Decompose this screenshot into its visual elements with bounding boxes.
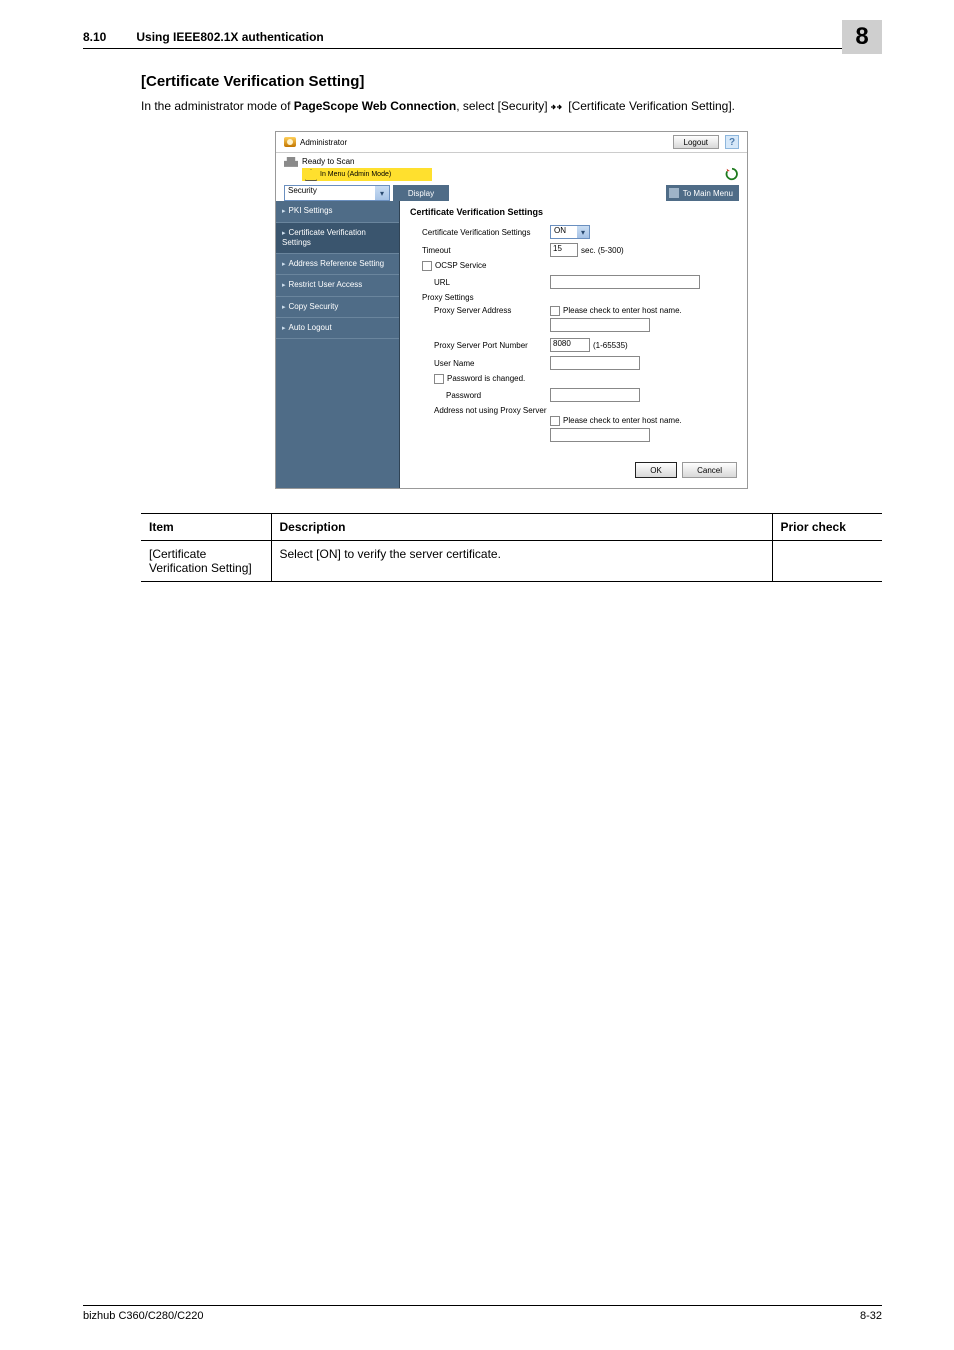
sidebar-item-address-ref[interactable]: Address Reference Setting <box>276 254 399 275</box>
running-header: 8.10 Using IEEE802.1X authentication <box>83 30 882 49</box>
sidebar-item-copy-security[interactable]: Copy Security <box>276 297 399 318</box>
page-heading: [Certificate Verification Setting] <box>141 73 882 90</box>
intro-mid: , select [Security] <box>456 99 551 113</box>
refresh-icon[interactable] <box>725 167 739 181</box>
timeout-label: Timeout <box>410 246 550 255</box>
webconnection-screenshot: Administrator Logout ? Ready to Scan In … <box>275 131 748 489</box>
url-label: URL <box>410 278 550 287</box>
proxy-settings-label: Proxy Settings <box>410 293 550 302</box>
help-icon[interactable]: ? <box>725 135 739 149</box>
chapter-number-badge: 8 <box>842 20 882 54</box>
logout-button[interactable]: Logout <box>673 135 719 149</box>
timeout-input[interactable]: 15 <box>550 243 578 257</box>
cvs-label: Certificate Verification Settings <box>410 228 550 237</box>
td-prior-check <box>772 541 882 582</box>
administrator-icon <box>284 137 296 147</box>
status-warn-bar: In Menu (Admin Mode) <box>302 168 432 181</box>
th-description: Description <box>271 514 772 541</box>
no-proxy-hostname-checkbox[interactable] <box>550 416 560 426</box>
password-label: Password <box>410 391 550 400</box>
section-number: 8.10 <box>83 30 106 44</box>
page-footer: bizhub C360/C280/C220 8-32 <box>83 1305 882 1322</box>
th-item: Item <box>141 514 271 541</box>
mode-select[interactable]: Security <box>284 185 390 201</box>
intro-bold: PageScope Web Connection <box>294 99 456 113</box>
display-button[interactable]: Display <box>393 185 449 201</box>
no-proxy-address-label: Address not using Proxy Server <box>410 406 550 415</box>
table-row: [Certificate Verification Setting] Selec… <box>141 541 882 582</box>
ocsp-checkbox[interactable] <box>422 261 432 271</box>
sidebar-item-restrict-user[interactable]: Restrict User Access <box>276 275 399 296</box>
item-description-table: Item Description Prior check [Certificat… <box>141 513 882 582</box>
status-warn-label: In Menu (Admin Mode) <box>320 171 391 178</box>
section-title: Using IEEE802.1X authentication <box>136 30 323 44</box>
th-prior-check: Prior check <box>772 514 882 541</box>
password-changed-checkbox[interactable] <box>434 374 444 384</box>
proxy-port-range: (1-65535) <box>593 341 628 350</box>
password-changed-label: Password is changed. <box>447 375 525 384</box>
printer-icon <box>284 157 298 167</box>
intro-suffix: [Certificate Verification Setting]. <box>565 99 735 113</box>
proxy-server-address-label: Proxy Server Address <box>410 306 550 315</box>
to-main-menu-button[interactable]: To Main Menu <box>666 185 739 201</box>
username-input[interactable] <box>550 356 640 370</box>
no-proxy-input[interactable] <box>550 428 650 442</box>
no-proxy-hostname-label: Please check to enter host name. <box>563 417 682 426</box>
footer-page-number: 8-32 <box>860 1310 882 1322</box>
administrator-label: Administrator <box>300 138 347 147</box>
timeout-unit: sec. (5-300) <box>581 246 624 255</box>
main-heading: Certificate Verification Settings <box>410 207 737 217</box>
psa-hostname-checkbox[interactable] <box>550 306 560 316</box>
td-description: Select [ON] to verify the server certifi… <box>271 541 772 582</box>
sidebar-item-pki[interactable]: PKI Settings <box>276 201 399 222</box>
sidebar: PKI Settings Certificate Verification Se… <box>276 201 400 488</box>
psa-hostname-label: Please check to enter host name. <box>563 307 682 316</box>
psa-input[interactable] <box>550 318 650 332</box>
ocsp-toggle[interactable]: OCSP Service <box>410 261 550 271</box>
url-input[interactable] <box>550 275 700 289</box>
arrow-icon <box>551 103 565 111</box>
status-ready-label: Ready to Scan <box>302 157 354 166</box>
cvs-select[interactable]: ON <box>550 225 590 239</box>
ok-button[interactable]: OK <box>635 462 677 478</box>
intro-paragraph: In the administrator mode of PageScope W… <box>141 98 882 115</box>
sidebar-item-cert-verif[interactable]: Certificate Verification Settings <box>276 223 399 254</box>
sidebar-item-auto-logout[interactable]: Auto Logout <box>276 318 399 339</box>
password-changed-toggle[interactable]: Password is changed. <box>410 374 550 384</box>
proxy-port-input[interactable]: 8080 <box>550 338 590 352</box>
td-item: [Certificate Verification Setting] <box>141 541 271 582</box>
proxy-port-label: Proxy Server Port Number <box>410 341 550 350</box>
password-input[interactable] <box>550 388 640 402</box>
ocsp-label: OCSP Service <box>435 262 486 271</box>
footer-product: bizhub C360/C280/C220 <box>83 1310 203 1322</box>
username-label: User Name <box>410 359 550 368</box>
cancel-button[interactable]: Cancel <box>682 462 737 478</box>
intro-prefix: In the administrator mode of <box>141 99 294 113</box>
